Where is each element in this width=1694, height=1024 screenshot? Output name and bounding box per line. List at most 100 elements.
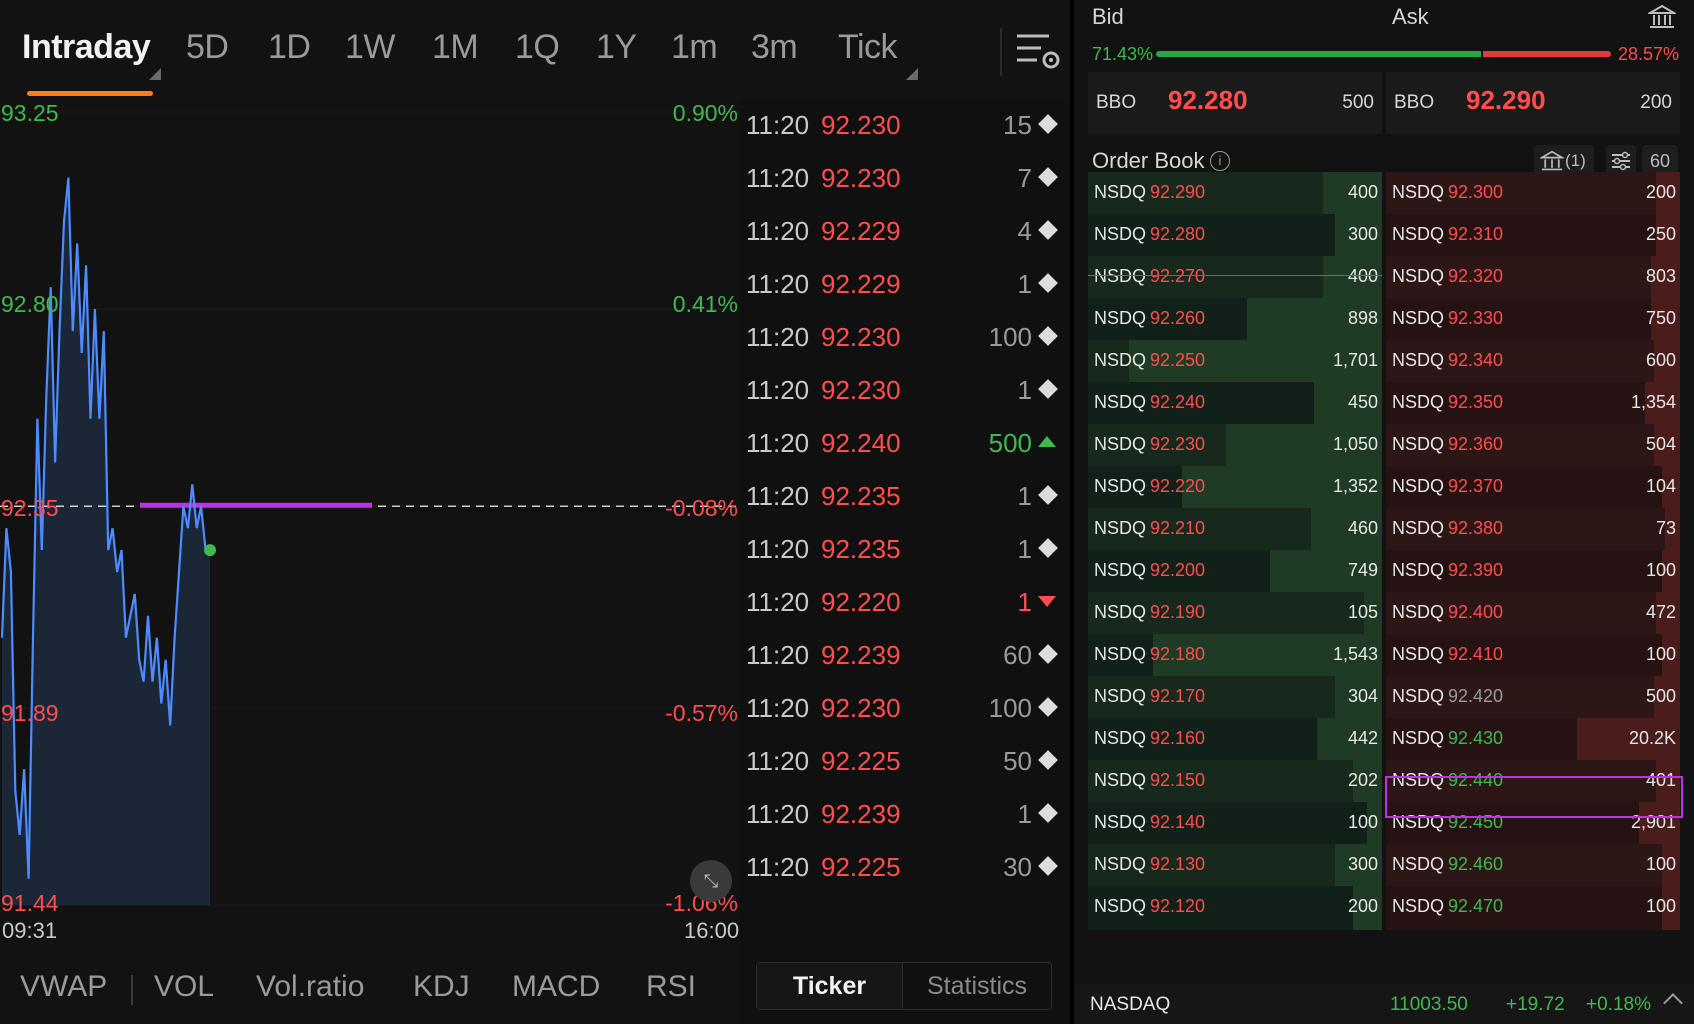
diamond-icon	[1038, 326, 1058, 346]
indicator-vwap[interactable]: VWAP	[20, 970, 107, 1004]
tab-1q[interactable]: 1Q	[515, 28, 560, 67]
info-icon[interactable]: i	[1210, 151, 1230, 171]
price: 92.220	[1150, 476, 1206, 496]
ask-row[interactable]: NSDQ 92.420 500	[1386, 676, 1680, 720]
size: 200	[1347, 896, 1378, 916]
venue: NSDQ	[1094, 266, 1147, 286]
bid-row[interactable]: NSDQ 92.230 1,050	[1088, 424, 1382, 468]
bid-row[interactable]: NSDQ 92.150 202	[1088, 760, 1382, 804]
tab-statistics[interactable]: Statistics	[903, 963, 1051, 1009]
ask-row[interactable]: NSDQ 92.410 100	[1386, 634, 1680, 678]
chart-settings-icon[interactable]	[1015, 30, 1061, 72]
indicator-kdj[interactable]: KDJ	[413, 970, 470, 1004]
down-arrow-icon	[1038, 591, 1058, 611]
venue: NSDQ	[1094, 350, 1147, 370]
ask-row[interactable]: NSDQ 92.380 73	[1386, 508, 1680, 552]
indicator-vol[interactable]: VOL	[154, 970, 214, 1004]
bid-row[interactable]: NSDQ 92.280 300	[1088, 214, 1382, 258]
price: 92.420	[1448, 686, 1504, 706]
ticker-size: 1	[1017, 375, 1032, 405]
y-label-bottom: 91.44	[1, 890, 59, 916]
bank-icon[interactable]	[1648, 4, 1676, 30]
ask-row[interactable]: NSDQ 92.340 600	[1386, 340, 1680, 384]
price: 92.160	[1150, 728, 1206, 748]
indicator-macd[interactable]: MACD	[512, 970, 600, 1004]
index-ticker-bar[interactable]: NASDAQ 11003.50 +19.72 +0.18%	[1074, 984, 1694, 1024]
bid-row[interactable]: NSDQ 92.250 1,701	[1088, 340, 1382, 384]
venue: NSDQ	[1392, 854, 1445, 874]
pct-label-3: -0.08%	[665, 495, 738, 521]
tab-ticker[interactable]: Ticker	[757, 963, 903, 1009]
bid-row[interactable]: NSDQ 92.170 304	[1088, 676, 1382, 720]
ask-row[interactable]: NSDQ 92.470 100	[1386, 886, 1680, 930]
tab-intraday[interactable]: Intraday	[22, 28, 151, 67]
ask-row[interactable]: NSDQ 92.310 250	[1386, 214, 1680, 258]
ask-row[interactable]: NSDQ 92.460 100	[1386, 844, 1680, 888]
bid-row[interactable]: NSDQ 92.130 300	[1088, 844, 1382, 888]
bbo-ask[interactable]: BBO 92.290 200	[1386, 72, 1680, 134]
tab-1d[interactable]: 1D	[268, 28, 311, 67]
expand-chart-icon[interactable]: ⤡	[690, 860, 732, 902]
bid-row[interactable]: NSDQ 92.240 450	[1088, 382, 1382, 426]
ticker-price: 92.239	[821, 640, 901, 670]
venue: NSDQ	[1392, 434, 1445, 454]
ticker-row: 11:20 92.220 1	[740, 577, 1070, 634]
ticker-size: 100	[988, 322, 1032, 352]
ticker-size: 15	[1003, 110, 1032, 140]
order-book-panel: Bid Ask 71.43% 28.57% BBO 92.280 500 BBO…	[1074, 0, 1694, 1024]
bid-row[interactable]: NSDQ 92.140 100	[1088, 802, 1382, 846]
price: 92.250	[1150, 350, 1206, 370]
ticker-price: 92.230	[821, 163, 901, 193]
tab-tick[interactable]: Tick	[838, 28, 898, 67]
ticker-price: 92.235	[821, 534, 901, 564]
ask-row[interactable]: NSDQ 92.350 1,354	[1386, 382, 1680, 426]
ticker-price: 92.235	[821, 481, 901, 511]
indicator-vol-ratio[interactable]: Vol.ratio	[256, 970, 364, 1004]
tab-tick-dropdown-icon[interactable]	[906, 68, 918, 80]
bid-row[interactable]: NSDQ 92.290 400	[1088, 172, 1382, 216]
bbo-bid[interactable]: BBO 92.280 500	[1088, 72, 1382, 134]
tab-5d[interactable]: 5D	[186, 28, 229, 67]
bid-row[interactable]: NSDQ 92.270 400	[1088, 256, 1382, 300]
bid-row[interactable]: NSDQ 92.180 1,543	[1088, 634, 1382, 678]
size: 749	[1347, 560, 1378, 580]
price-area-fill	[2, 177, 210, 905]
time-axis-end: 16:00	[684, 918, 740, 943]
ask-row[interactable]: NSDQ 92.430 20.2K	[1386, 718, 1680, 762]
price: 92.210	[1150, 518, 1206, 538]
tab-1y[interactable]: 1Y	[596, 28, 637, 67]
bid-row[interactable]: NSDQ 92.220 1,352	[1088, 466, 1382, 510]
size: 1,352	[1332, 476, 1378, 496]
tab-3min[interactable]: 3m	[751, 28, 798, 67]
size: 460	[1347, 518, 1378, 538]
venue: NSDQ	[1094, 224, 1147, 244]
ticker-size: 7	[1017, 163, 1032, 193]
ask-row[interactable]: NSDQ 92.370 104	[1386, 466, 1680, 510]
tab-1min[interactable]: 1m	[671, 28, 718, 67]
ask-row[interactable]: NSDQ 92.330 750	[1386, 298, 1680, 342]
bid-row[interactable]: NSDQ 92.210 460	[1088, 508, 1382, 552]
bank-icon	[1540, 150, 1564, 171]
bid-row[interactable]: NSDQ 92.120 200	[1088, 886, 1382, 930]
ticker-time: 11:20	[746, 640, 810, 670]
diamond-icon	[1038, 379, 1058, 399]
size: 898	[1347, 308, 1378, 328]
ask-row[interactable]: NSDQ 92.400 472	[1386, 592, 1680, 636]
ask-row[interactable]: NSDQ 92.320 803	[1386, 256, 1680, 300]
ask-row[interactable]: NSDQ 92.300 200	[1386, 172, 1680, 216]
bid-row[interactable]: NSDQ 92.160 442	[1088, 718, 1382, 762]
ask-row[interactable]: NSDQ 92.390 100	[1386, 550, 1680, 594]
indicator-rsi[interactable]: RSI	[646, 970, 696, 1004]
bid-row[interactable]: NSDQ 92.190 105	[1088, 592, 1382, 636]
tab-intraday-dropdown-icon[interactable]	[149, 68, 161, 80]
price: 92.320	[1448, 266, 1504, 286]
size: 400	[1347, 266, 1378, 286]
ask-row[interactable]: NSDQ 92.360 504	[1386, 424, 1680, 468]
chevron-up-icon[interactable]	[1663, 993, 1683, 1013]
tab-1m-month[interactable]: 1M	[432, 28, 479, 67]
price: 92.240	[1150, 392, 1206, 412]
bid-row[interactable]: NSDQ 92.200 749	[1088, 550, 1382, 594]
bid-row[interactable]: NSDQ 92.260 898	[1088, 298, 1382, 342]
ticker-tab-bar: Ticker Statistics	[756, 962, 1052, 1010]
tab-1w[interactable]: 1W	[345, 28, 396, 67]
